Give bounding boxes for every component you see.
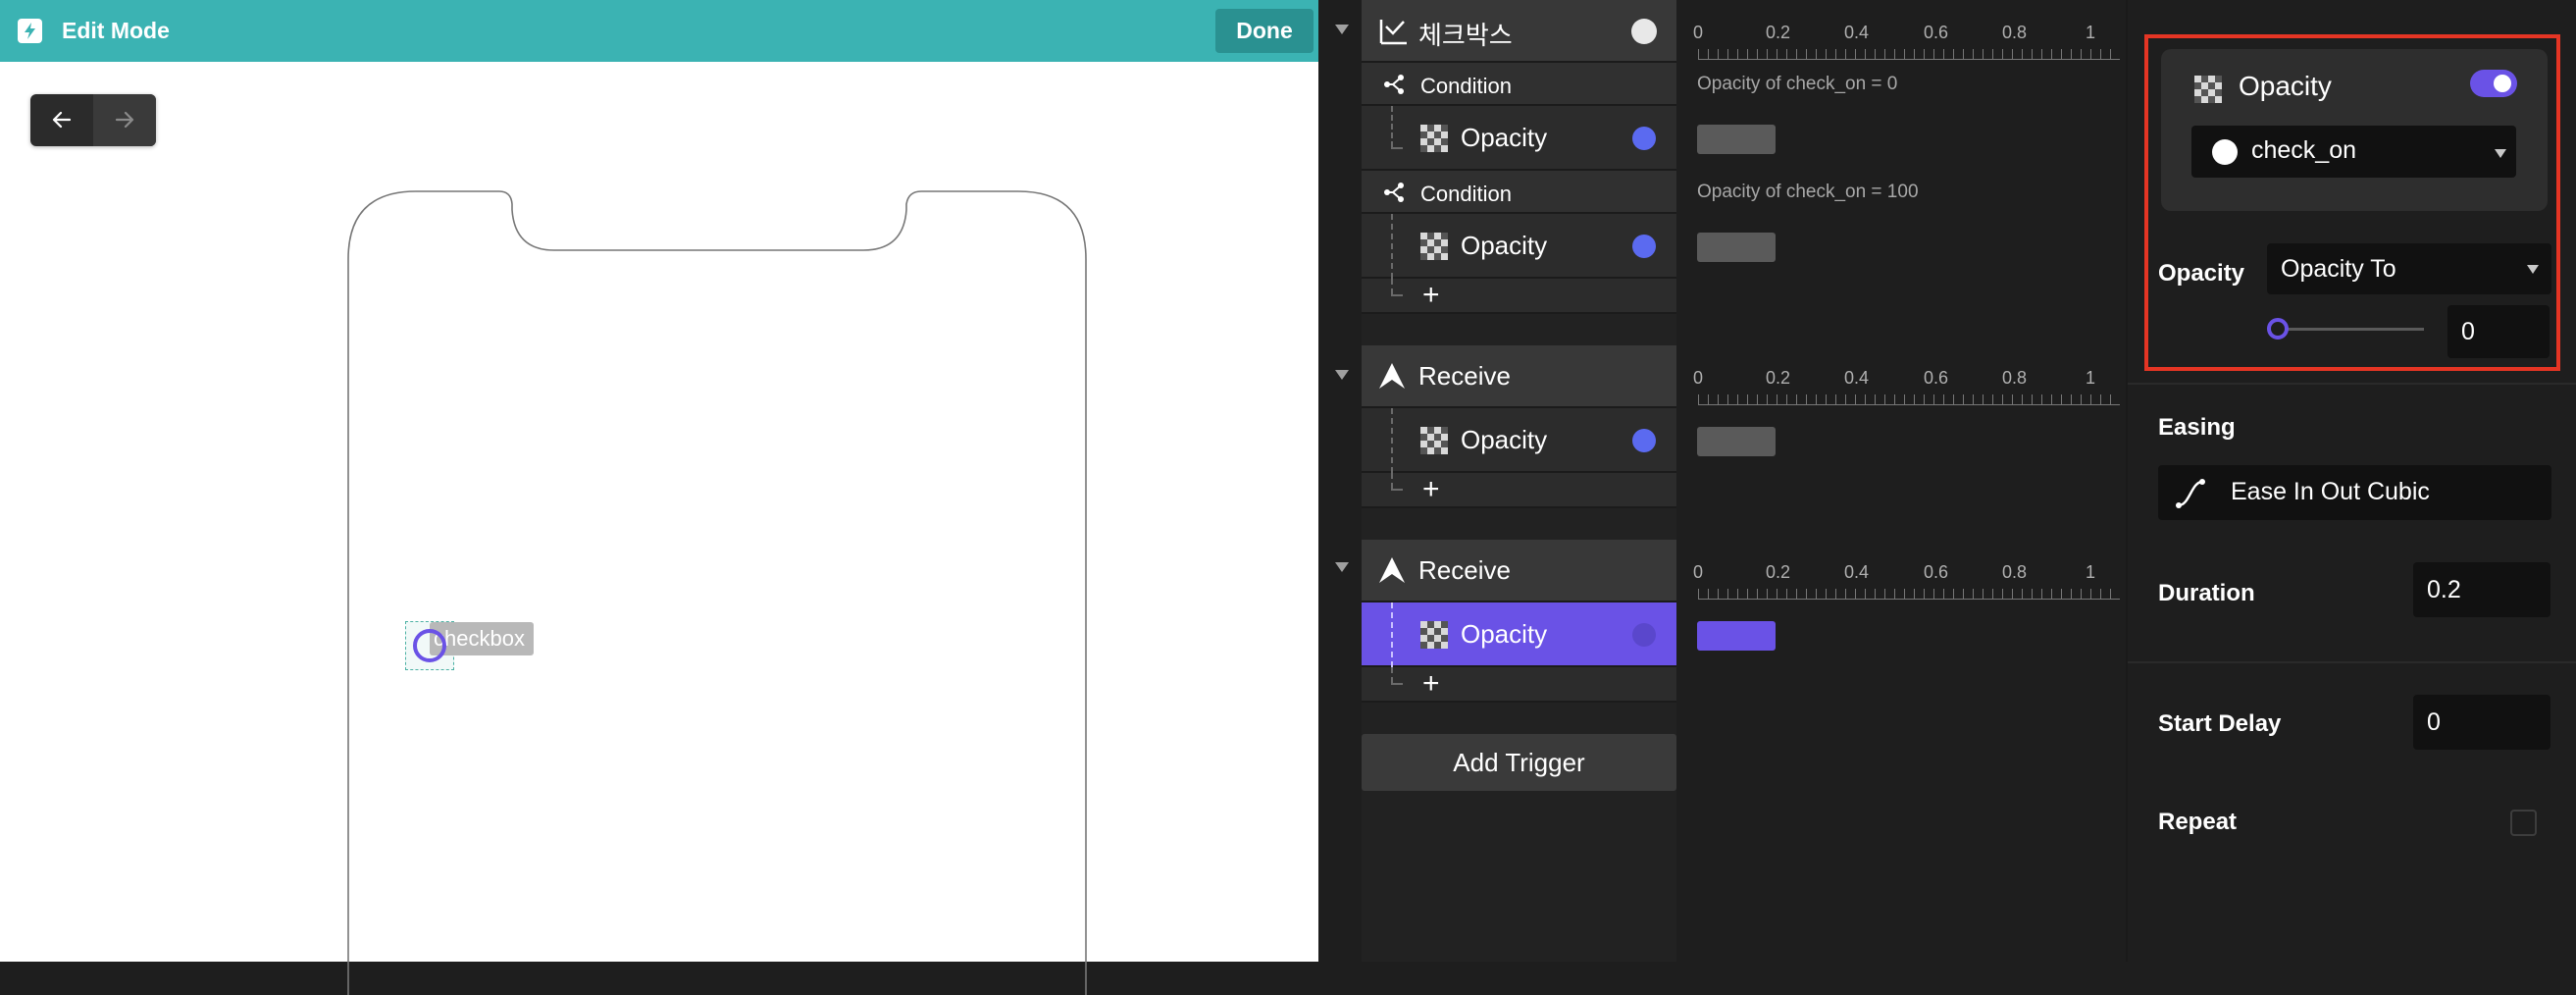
condition-note: Opacity of check_on = 100 [1697, 182, 1919, 202]
repeat-checkbox[interactable] [2510, 810, 2537, 836]
timeline: 0 0.2 0.4 0.6 0.8 1 Opacity of check_on … [1676, 0, 2126, 962]
add-action-button[interactable]: + [1422, 669, 1440, 699]
condition-note: Opacity of check_on = 0 [1697, 74, 1898, 94]
tick-label: 0.2 [1766, 562, 1791, 582]
start-delay-label: Start Delay [2158, 710, 2282, 737]
trigger-status-dot [1631, 19, 1657, 44]
phone-frame [347, 190, 1087, 995]
send-icon [1379, 363, 1405, 389]
trigger-label: Receive [1418, 361, 1511, 391]
collapse-toggle-1[interactable] [1335, 25, 1349, 34]
action-status-dot [1632, 429, 1656, 452]
action-status-dot [1632, 623, 1656, 647]
action-row[interactable]: Opacity [1362, 106, 1676, 171]
timeline-axis: 0 0.2 0.4 0.6 0.8 1 [1676, 365, 2126, 414]
easing-label: Easing [2158, 414, 2236, 441]
branch-icon [1384, 183, 1404, 202]
tick-label: 0.6 [1924, 368, 1949, 388]
tick-label: 1 [2086, 562, 2096, 582]
tick-label: 0 [1693, 562, 1704, 582]
arrow-left-icon [52, 111, 72, 129]
opacity-icon [1420, 621, 1448, 649]
add-action-button[interactable]: + [1422, 475, 1440, 504]
send-icon [1379, 557, 1405, 583]
action-label: Opacity [1461, 231, 1548, 260]
divider [2128, 383, 2576, 385]
trigger-label: 체크박스 [1418, 21, 1513, 50]
collapse-toggle-2[interactable] [1335, 370, 1349, 380]
highlight-box [2144, 34, 2560, 371]
checkbox-trigger-icon [1379, 20, 1407, 45]
action-row-selected[interactable]: Opacity [1362, 602, 1676, 667]
repeat-label: Repeat [2158, 809, 2238, 835]
duration-input[interactable]: 0.2 [2413, 562, 2550, 617]
condition-label: Condition [1420, 74, 1512, 98]
condition-label: Condition [1420, 182, 1512, 206]
history-nav [30, 94, 156, 146]
action-label: Opacity [1461, 425, 1548, 454]
opacity-icon [1420, 125, 1448, 152]
tick-label: 0.2 [1766, 368, 1791, 388]
opacity-icon [1420, 233, 1448, 260]
easing-select[interactable]: Ease In Out Cubic [2158, 465, 2551, 520]
duration-label: Duration [2158, 580, 2255, 606]
condition-row[interactable]: Condition [1362, 171, 1676, 214]
action-label: Opacity [1461, 123, 1548, 152]
top-bar [0, 0, 1318, 62]
timeline-bar[interactable] [1697, 125, 1776, 154]
trigger-row-receive[interactable]: Receive [1362, 540, 1676, 602]
forward-button[interactable] [93, 94, 156, 146]
tick-label: 1 [2086, 23, 2096, 42]
tick-label: 0.8 [2002, 368, 2028, 388]
tick-label: 1 [2086, 368, 2096, 388]
start-delay-input[interactable]: 0 [2413, 695, 2550, 750]
add-action-row: + [1362, 473, 1676, 508]
trigger-row-checkbox[interactable]: 체크박스 [1362, 0, 1676, 63]
arrow-right-icon [115, 111, 134, 129]
timeline-axis: 0 0.2 0.4 0.6 0.8 1 [1676, 559, 2126, 608]
timeline-bar[interactable] [1697, 427, 1776, 456]
tick-label: 0.4 [1844, 562, 1870, 582]
add-action-row: + [1362, 667, 1676, 703]
tick-label: 0.4 [1844, 23, 1870, 42]
action-row[interactable]: Opacity [1362, 408, 1676, 473]
trigger-row-receive[interactable]: Receive [1362, 345, 1676, 408]
branch-icon [1384, 75, 1404, 94]
timeline-axis: 0 0.2 0.4 0.6 0.8 1 [1676, 20, 2126, 69]
tick-label: 0.8 [2002, 562, 2028, 582]
checkbox-ring-icon [413, 629, 446, 662]
back-button[interactable] [30, 94, 93, 146]
collapse-toggle-3[interactable] [1335, 562, 1349, 572]
tick-label: 0.6 [1924, 23, 1949, 42]
tick-label: 0.6 [1924, 562, 1949, 582]
tick-label: 0.2 [1766, 23, 1791, 42]
mode-title: Edit Mode [62, 18, 170, 43]
tick-label: 0.4 [1844, 368, 1870, 388]
condition-row[interactable]: Condition [1362, 63, 1676, 106]
app-logo-icon [18, 19, 42, 43]
action-status-dot [1632, 127, 1656, 150]
trigger-label: Receive [1418, 555, 1511, 585]
action-status-dot [1632, 235, 1656, 258]
action-label: Opacity [1461, 619, 1548, 649]
add-action-button[interactable]: + [1422, 281, 1440, 310]
opacity-icon [1420, 427, 1448, 454]
tick-label: 0 [1693, 23, 1704, 42]
easing-curve-icon [2176, 479, 2205, 508]
timeline-bar[interactable] [1697, 233, 1776, 262]
add-action-row: + [1362, 279, 1676, 314]
list-gutter [1318, 0, 1362, 962]
trigger-list: 체크박스 Condition Opacity Condition Opacity… [1362, 0, 1676, 962]
tick-label: 0.8 [2002, 23, 2028, 42]
divider [2128, 661, 2576, 663]
easing-value: Ease In Out Cubic [2231, 478, 2430, 505]
timeline-bar-selected[interactable] [1697, 621, 1776, 651]
action-row[interactable]: Opacity [1362, 214, 1676, 279]
tick-label: 0 [1693, 368, 1704, 388]
done-button[interactable]: Done [1215, 9, 1314, 53]
add-trigger-button[interactable]: Add Trigger [1362, 734, 1676, 791]
